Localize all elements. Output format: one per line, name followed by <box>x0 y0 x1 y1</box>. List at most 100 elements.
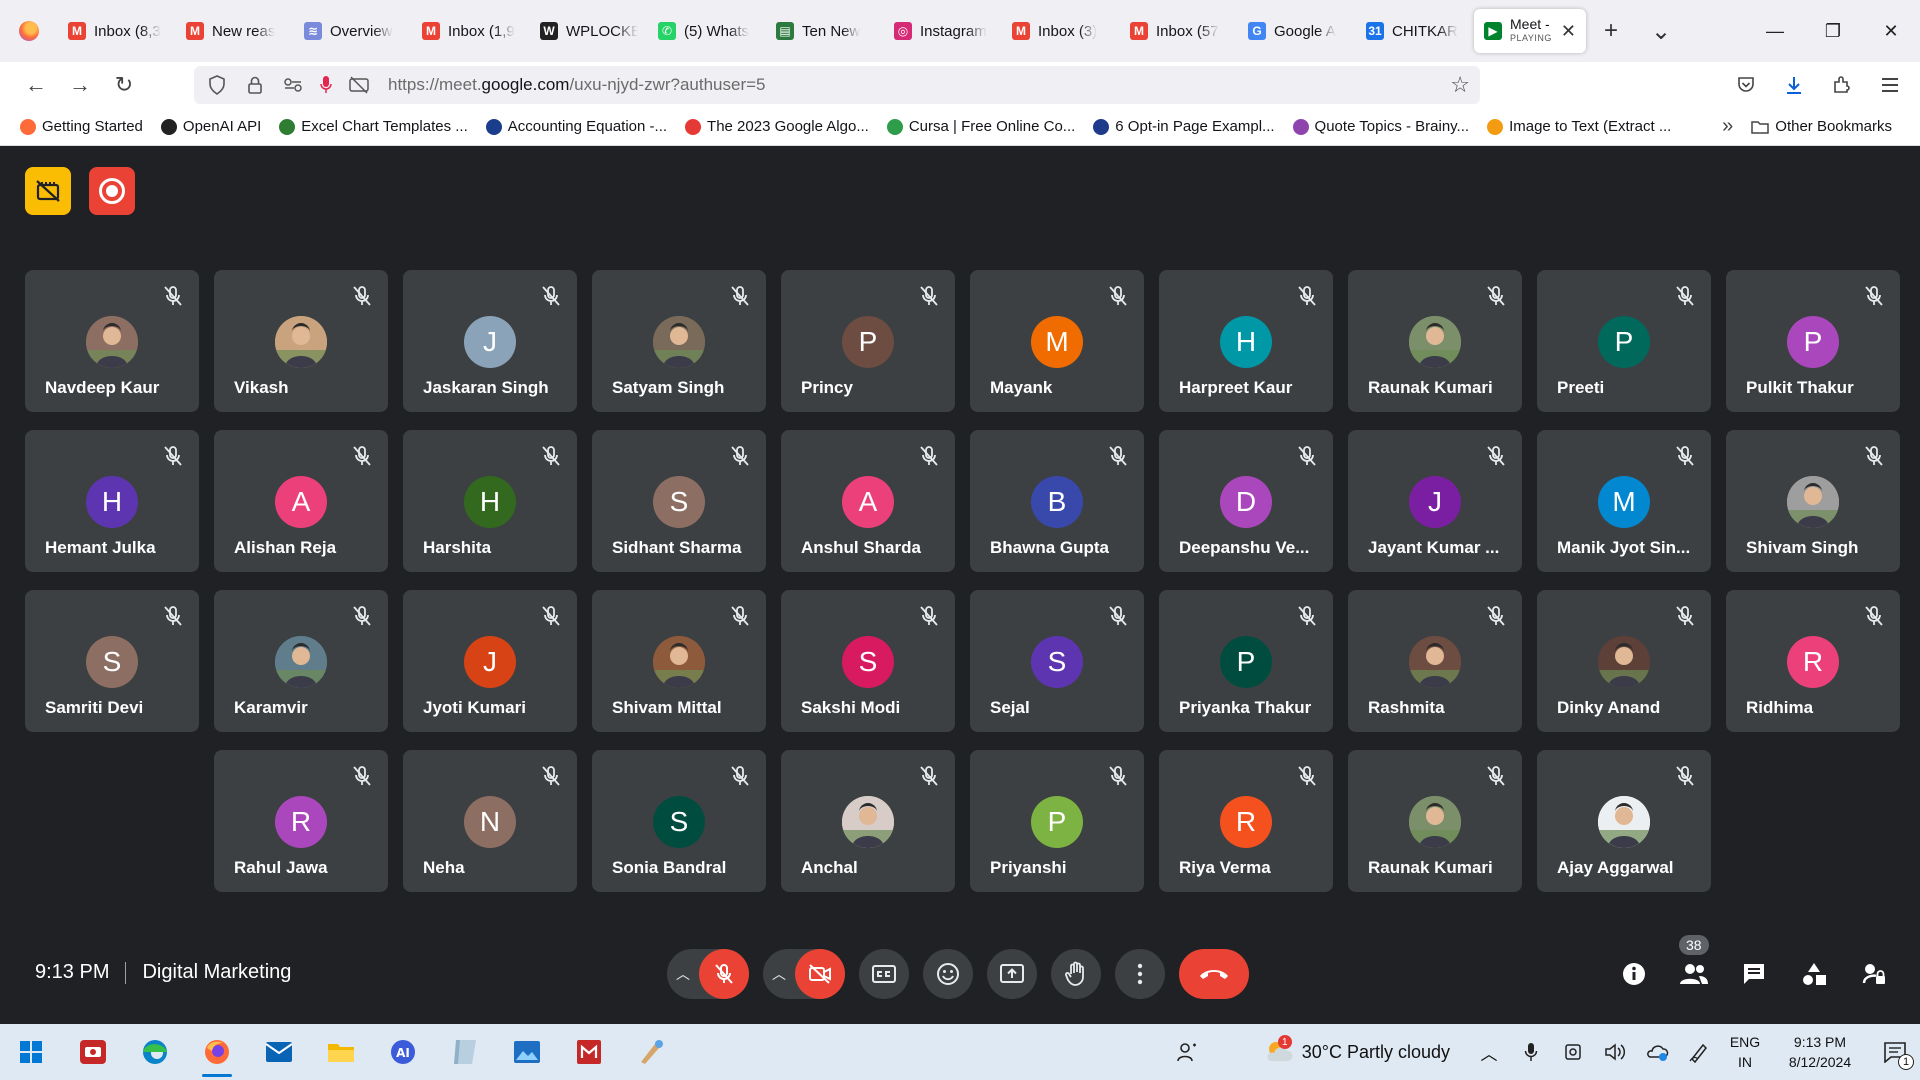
close-window-button[interactable]: ✕ <box>1862 0 1920 62</box>
volume-icon[interactable] <box>1594 1024 1636 1080</box>
browser-tab[interactable]: M Inbox (8,3 <box>58 9 176 53</box>
show-hidden-icons-chevron-icon[interactable]: ︿ <box>1468 1024 1510 1080</box>
browser-tab[interactable]: M Inbox (1,9 <box>412 9 530 53</box>
browser-tab[interactable]: G Google A <box>1238 9 1356 53</box>
participant-tile[interactable]: Anchal <box>781 750 955 892</box>
participant-tile[interactable]: P Priyanka Thakur <box>1159 590 1333 732</box>
leave-call-button[interactable] <box>1179 949 1249 999</box>
browser-tab[interactable]: ◎ Instagram <box>884 9 1002 53</box>
taskbar-ai-app[interactable]: AI <box>372 1024 434 1080</box>
participant-tile[interactable]: S Sejal <box>970 590 1144 732</box>
system-clock[interactable]: 9:13 PM 8/12/2024 <box>1770 1032 1870 1072</box>
participant-tile[interactable]: J Jayant Kumar ... <box>1348 430 1522 572</box>
back-button[interactable]: ← <box>14 65 58 105</box>
taskbar-firefox[interactable] <box>186 1024 248 1080</box>
taskbar-screen-recorder[interactable] <box>62 1024 124 1080</box>
participant-tile[interactable]: J Jyoti Kumari <box>403 590 577 732</box>
participant-tile[interactable]: M Mayank <box>970 270 1144 412</box>
minimize-button[interactable]: — <box>1746 0 1804 62</box>
participant-tile[interactable]: S Sidhant Sharma <box>592 430 766 572</box>
participant-tile[interactable]: Satyam Singh <box>592 270 766 412</box>
menu-icon[interactable] <box>1870 65 1910 105</box>
participant-tile[interactable]: Karamvir <box>214 590 388 732</box>
bookmark-item[interactable]: The 2023 Google Algo... <box>685 118 869 135</box>
browser-tab[interactable]: M New reas <box>176 9 294 53</box>
bookmark-item[interactable]: OpenAI API <box>160 118 261 135</box>
camera-blocked-icon[interactable] <box>346 72 372 98</box>
participant-tile[interactable]: Raunak Kumari <box>1348 750 1522 892</box>
firefox-icon[interactable] <box>0 0 58 62</box>
meeting-details-button[interactable] <box>1609 949 1659 999</box>
captions-button[interactable] <box>859 949 909 999</box>
taskbar-gmail[interactable] <box>558 1024 620 1080</box>
bookmark-item[interactable]: Image to Text (Extract ... <box>1487 118 1671 135</box>
participant-tile[interactable]: P Pulkit Thakur <box>1726 270 1900 412</box>
audio-settings-chevron-icon[interactable]: ︿ <box>667 949 699 999</box>
bookmark-star-icon[interactable]: ☆ <box>1450 72 1470 98</box>
browser-tab[interactable]: W WPLOCKE <box>530 9 648 53</box>
input-language[interactable]: ENG IN <box>1720 1032 1770 1072</box>
participant-tile[interactable]: S Samriti Devi <box>25 590 199 732</box>
participant-tile[interactable]: Raunak Kumari <box>1348 270 1522 412</box>
more-bookmarks-chevron-icon[interactable]: » <box>1722 115 1733 138</box>
bookmark-item[interactable]: Getting Started <box>20 118 143 135</box>
bookmark-item[interactable]: Accounting Equation -... <box>485 118 667 135</box>
recording-indicator[interactable] <box>89 167 135 215</box>
participant-tile[interactable]: M Manik Jyot Sin... <box>1537 430 1711 572</box>
participant-tile[interactable]: Navdeep Kaur <box>25 270 199 412</box>
taskbar-edge[interactable] <box>124 1024 186 1080</box>
microphone-icon[interactable] <box>318 72 334 98</box>
present-now-button[interactable] <box>987 949 1037 999</box>
browser-tab[interactable]: M Inbox (3) <box>1002 9 1120 53</box>
participant-tile[interactable]: Dinky Anand <box>1537 590 1711 732</box>
participant-tile[interactable]: S Sonia Bandral <box>592 750 766 892</box>
taskbar-mail[interactable] <box>248 1024 310 1080</box>
restore-button[interactable]: ❐ <box>1804 0 1862 62</box>
camera-toggle-button[interactable] <box>795 949 845 999</box>
participant-tile[interactable]: D Deepanshu Ve... <box>1159 430 1333 572</box>
start-button[interactable] <box>0 1024 62 1080</box>
chat-button[interactable] <box>1729 949 1779 999</box>
participant-tile[interactable]: R Rahul Jawa <box>214 750 388 892</box>
bookmark-item[interactable]: Excel Chart Templates ... <box>279 118 468 135</box>
participant-tile[interactable]: A Alishan Reja <box>214 430 388 572</box>
reactions-button[interactable] <box>923 949 973 999</box>
url-text[interactable]: https://meet.google.com/uxu-njyd-zwr?aut… <box>388 75 766 95</box>
bookmark-item[interactable]: Cursa | Free Online Co... <box>886 118 1075 135</box>
taskbar-paint[interactable] <box>620 1024 682 1080</box>
network-person-icon[interactable] <box>1166 1024 1208 1080</box>
participant-tile[interactable]: Ajay Aggarwal <box>1537 750 1711 892</box>
participant-tile[interactable]: P Princy <box>781 270 955 412</box>
participant-tile[interactable]: H Harpreet Kaur <box>1159 270 1333 412</box>
participant-tile[interactable]: Shivam Singh <box>1726 430 1900 572</box>
participant-tile[interactable]: P Preeti <box>1537 270 1711 412</box>
reload-button[interactable]: ↻ <box>102 65 146 105</box>
host-controls-button[interactable] <box>1849 949 1899 999</box>
tray-microphone-icon[interactable] <box>1510 1024 1552 1080</box>
more-options-button[interactable] <box>1115 949 1165 999</box>
participant-tile[interactable]: R Riya Verma <box>1159 750 1333 892</box>
onedrive-icon[interactable] <box>1636 1024 1678 1080</box>
notification-center-icon[interactable]: 1 <box>1870 1024 1920 1080</box>
participant-tile[interactable]: Vikash <box>214 270 388 412</box>
pen-icon[interactable] <box>1678 1024 1720 1080</box>
participant-tile[interactable]: H Hemant Julka <box>25 430 199 572</box>
bookmark-item[interactable]: 6 Opt-in Page Exampl... <box>1093 118 1275 135</box>
new-tab-button[interactable]: + <box>1586 9 1636 53</box>
browser-tab[interactable]: 31 CHITKAR <box>1356 9 1474 53</box>
video-settings-chevron-icon[interactable]: ︿ <box>763 949 795 999</box>
participant-tile[interactable]: P Priyanshi <box>970 750 1144 892</box>
bookmark-item[interactable]: Quote Topics - Brainy... <box>1292 118 1469 135</box>
participant-tile[interactable]: S Sakshi Modi <box>781 590 955 732</box>
taskbar-photos[interactable] <box>496 1024 558 1080</box>
shield-icon[interactable] <box>204 72 230 98</box>
participant-tile[interactable]: A Anshul Sharda <box>781 430 955 572</box>
meeting-name[interactable]: Digital Marketing <box>142 961 291 984</box>
close-tab-icon[interactable]: ✕ <box>1561 21 1576 42</box>
downloads-icon[interactable] <box>1774 65 1814 105</box>
participant-tile[interactable]: Rashmita <box>1348 590 1522 732</box>
browser-tab[interactable]: M Inbox (57 <box>1120 9 1238 53</box>
lock-icon[interactable] <box>242 72 268 98</box>
participant-tile[interactable]: Shivam Mittal <box>592 590 766 732</box>
microphone-toggle-button[interactable] <box>699 949 749 999</box>
